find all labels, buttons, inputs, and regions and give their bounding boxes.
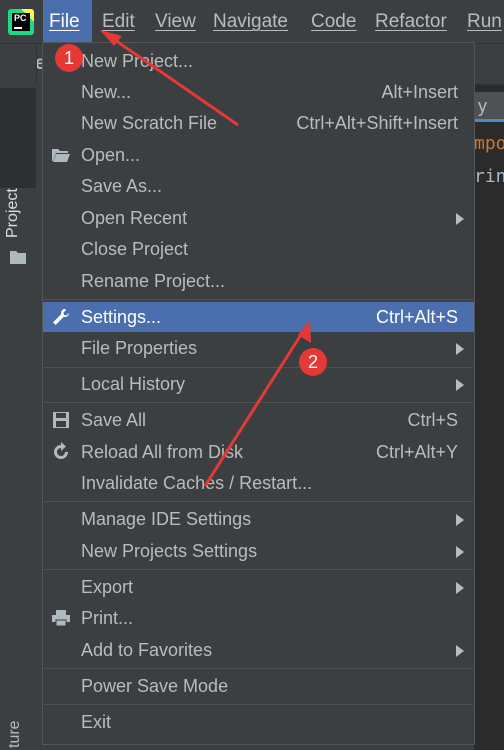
menu-item-label: Export bbox=[81, 577, 134, 597]
menu-item-label: Rename Project... bbox=[81, 271, 226, 291]
menu-file[interactable]: File bbox=[43, 0, 92, 43]
menu-separator bbox=[44, 668, 473, 669]
menu-item-label: Close Project bbox=[81, 239, 189, 259]
folder-open-icon bbox=[52, 149, 70, 162]
menu-item-power-save-mode[interactable]: Power Save Mode bbox=[43, 671, 474, 701]
submenu-arrow-icon bbox=[456, 514, 464, 526]
editor-tab-label: y bbox=[478, 96, 487, 116]
logo-text: PC bbox=[14, 13, 27, 23]
tool-window-tab-structure[interactable]: ture bbox=[6, 720, 24, 748]
menu-item-print[interactable]: Print... bbox=[43, 603, 474, 633]
submenu-arrow-icon bbox=[456, 645, 464, 657]
menu-item-reload-all[interactable]: Reload All from Disk Ctrl+Alt+Y bbox=[43, 437, 474, 467]
menu-separator bbox=[44, 569, 473, 570]
menu-item-exit[interactable]: Exit bbox=[43, 707, 474, 737]
menu-item-label: Power Save Mode bbox=[81, 676, 229, 696]
menu-view[interactable]: View bbox=[149, 0, 202, 43]
menu-item-label: Reload All from Disk bbox=[81, 442, 244, 462]
menu-item-file-properties[interactable]: File Properties bbox=[43, 333, 474, 363]
menu-item-label: New Project... bbox=[81, 51, 194, 71]
menu-item-label: Settings... bbox=[81, 307, 162, 327]
menu-run[interactable]: Run bbox=[461, 0, 504, 43]
menu-item-invalidate-caches[interactable]: Invalidate Caches / Restart... bbox=[43, 468, 474, 498]
menu-item-new[interactable]: New... Alt+Insert bbox=[43, 77, 474, 107]
menu-item-label: Exit bbox=[81, 712, 112, 732]
menu-separator bbox=[44, 501, 473, 502]
reload-icon bbox=[54, 442, 68, 459]
wrench-icon bbox=[53, 309, 69, 325]
menu-item-open[interactable]: Open... bbox=[43, 140, 474, 170]
menu-item-new-project[interactable]: New Project... bbox=[43, 46, 474, 76]
shortcut-text: Alt+Insert bbox=[381, 82, 458, 102]
menu-item-new-scratch-file[interactable]: New Scratch File Ctrl+Alt+Shift+Insert bbox=[43, 108, 474, 138]
menu-item-close-project[interactable]: Close Project bbox=[43, 234, 474, 264]
project-tab-label: Project bbox=[4, 188, 21, 238]
shortcut-text: Ctrl+Alt+Y bbox=[375, 442, 458, 462]
submenu-arrow-icon bbox=[456, 213, 464, 225]
menu-bar: PC File Edit View Navigate Code Refactor… bbox=[0, 0, 504, 44]
menu-item-label: Open Recent bbox=[81, 208, 188, 228]
menu-item-label: New... bbox=[81, 82, 132, 102]
menu-item-label: Invalidate Caches / Restart... bbox=[81, 473, 313, 493]
submenu-arrow-icon bbox=[456, 343, 464, 355]
menu-item-save-all[interactable]: Save All Ctrl+S bbox=[43, 405, 474, 435]
submenu-arrow-icon bbox=[456, 379, 464, 391]
code-line: rin bbox=[474, 166, 504, 187]
save-icon bbox=[53, 412, 69, 428]
step-badge-1: 1 bbox=[55, 44, 83, 72]
menu-item-label: New Scratch File bbox=[81, 113, 218, 133]
menu-item-label: Save As... bbox=[81, 176, 163, 196]
menu-item-export[interactable]: Export bbox=[43, 572, 474, 602]
menu-item-label: Save All bbox=[81, 410, 147, 430]
menu-separator bbox=[44, 299, 473, 300]
code-line: mpo bbox=[474, 133, 504, 154]
shortcut-text: Ctrl+S bbox=[407, 410, 458, 430]
menu-edit[interactable]: Edit bbox=[96, 0, 141, 43]
menu-item-local-history[interactable]: Local History bbox=[43, 369, 474, 399]
shortcut-text: Ctrl+Alt+S bbox=[375, 307, 458, 327]
menu-item-save-as[interactable]: Save As... bbox=[43, 171, 474, 201]
submenu-arrow-icon bbox=[456, 546, 464, 558]
menu-item-label: Add to Favorites bbox=[81, 640, 213, 660]
menu-separator bbox=[44, 367, 473, 368]
menu-item-label: Print... bbox=[81, 608, 134, 628]
submenu-arrow-icon bbox=[456, 582, 464, 594]
menu-item-label: Manage IDE Settings bbox=[81, 509, 252, 529]
menu-separator bbox=[44, 402, 473, 403]
menu-item-rename-project[interactable]: Rename Project... bbox=[43, 266, 474, 296]
menu-item-label: Local History bbox=[81, 374, 186, 394]
file-menu-dropdown: New Project... New... Alt+Insert New Scr… bbox=[42, 42, 475, 745]
menu-item-manage-ide-settings[interactable]: Manage IDE Settings bbox=[43, 504, 474, 534]
print-icon bbox=[52, 610, 70, 627]
menu-item-settings[interactable]: Settings... Ctrl+Alt+S bbox=[43, 302, 474, 332]
menu-item-label: File Properties bbox=[81, 338, 198, 358]
menu-item-label: New Projects Settings bbox=[81, 541, 258, 561]
menu-refactor[interactable]: Refactor bbox=[369, 0, 453, 43]
menu-separator bbox=[44, 704, 473, 705]
menu-code[interactable]: Code bbox=[305, 0, 362, 43]
pycharm-logo-icon: PC bbox=[8, 9, 34, 35]
step-badge-2: 2 bbox=[299, 348, 327, 376]
menu-item-add-to-favorites[interactable]: Add to Favorites bbox=[43, 635, 474, 665]
editor-tab[interactable]: y bbox=[474, 92, 504, 122]
tool-window-tab-project[interactable]: Project bbox=[0, 88, 36, 264]
folder-icon bbox=[10, 251, 26, 264]
menu-item-label: Open... bbox=[81, 145, 141, 165]
menu-navigate[interactable]: Navigate bbox=[207, 0, 294, 43]
menu-item-new-projects-settings[interactable]: New Projects Settings bbox=[43, 536, 474, 566]
menu-item-open-recent[interactable]: Open Recent bbox=[43, 203, 474, 233]
shortcut-text: Ctrl+Alt+Shift+Insert bbox=[296, 113, 458, 133]
